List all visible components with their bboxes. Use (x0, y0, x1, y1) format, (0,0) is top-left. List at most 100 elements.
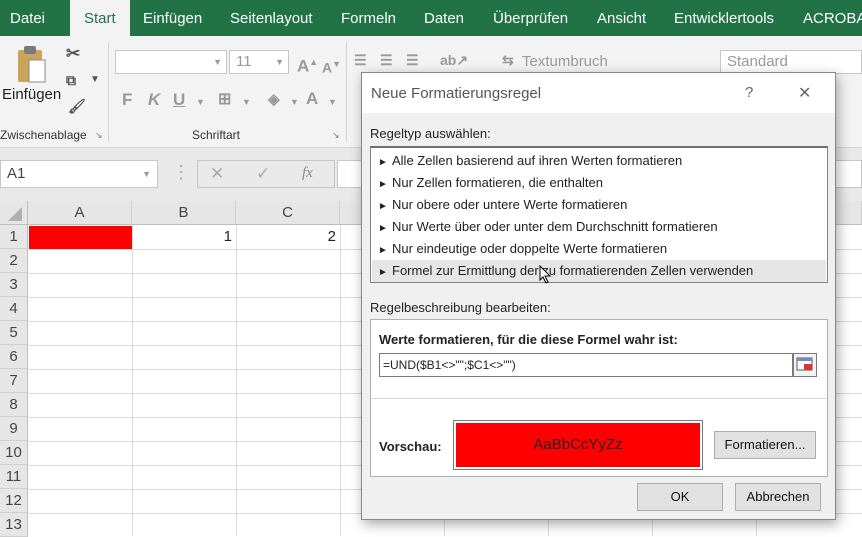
formula-heading: Werte formatieren, für die diese Formel … (379, 332, 678, 347)
row-header-13[interactable]: 13 (0, 513, 28, 537)
row-header-11[interactable]: 11 (0, 465, 28, 489)
tab-ueberpruefen[interactable]: Überprüfen (493, 0, 568, 36)
orientation-icon[interactable]: ab↗ (440, 50, 468, 70)
underline-button[interactable]: U (173, 90, 185, 110)
rule-type-list: ► Alle Zellen basierend auf ihren Werten … (370, 146, 828, 284)
formula-buttons: ✕ ✓ fx (197, 160, 335, 188)
close-button[interactable]: ✕ (798, 83, 811, 103)
bold-button[interactable]: F (122, 90, 132, 110)
row-header-8[interactable]: 8 (0, 393, 28, 417)
chevron-down-icon[interactable]: ▼ (242, 92, 251, 112)
font-name-combo[interactable]: ▼ (115, 50, 227, 74)
arrow-right-icon: ► (378, 267, 388, 278)
increase-font-icon[interactable]: A▲ (297, 52, 318, 77)
row-header-10[interactable]: 10 (0, 441, 28, 465)
row-header-12[interactable]: 12 (0, 489, 28, 513)
rule-type-item[interactable]: ► Nur obere oder untere Werte formatieren (372, 194, 826, 216)
ok-button[interactable]: OK (637, 483, 723, 511)
rule-type-item[interactable]: ► Nur Werte über oder unter dem Durchschn… (372, 216, 826, 238)
select-all-corner[interactable] (0, 201, 28, 225)
tab-ansicht[interactable]: Ansicht (597, 0, 646, 36)
tab-seitenlayout[interactable]: Seitenlayout (230, 0, 313, 36)
row-header-3[interactable]: 3 (0, 273, 28, 297)
font-color-icon[interactable]: A (306, 89, 318, 109)
arrow-right-icon: ► (378, 179, 388, 190)
column-header-a[interactable]: A (28, 201, 132, 225)
range-selector-button[interactable] (793, 353, 817, 377)
row-header-6[interactable]: 6 (0, 345, 28, 369)
paste-button[interactable] (16, 44, 46, 86)
chevron-down-icon: ▼ (213, 57, 222, 67)
cancel-button[interactable]: Abbrechen (735, 483, 821, 511)
grid-line (132, 225, 133, 536)
cancel-icon[interactable]: ✕ (210, 164, 224, 184)
tab-einfuegen[interactable]: Einfügen (143, 0, 202, 36)
paste-icon (18, 46, 46, 83)
row-header-2[interactable]: 2 (0, 249, 28, 273)
preview-box: AaBbCcYyZz (453, 420, 703, 470)
clipboard-group-label: Zwischenablage (0, 128, 87, 142)
dialog-launcher-icon[interactable]: ↘ (95, 130, 103, 141)
row-header-4[interactable]: 4 (0, 297, 28, 321)
border-icon[interactable]: ⊞ (218, 90, 231, 110)
preview-label: Vorschau: (379, 439, 442, 454)
row-header-9[interactable]: 9 (0, 417, 28, 441)
copy-icon[interactable]: ⧉ (66, 70, 76, 90)
fill-color-icon[interactable]: ◈ (268, 90, 280, 110)
select-all-icon (8, 207, 22, 221)
name-box[interactable]: A1 ▼ (0, 160, 158, 188)
column-header-b[interactable]: B (132, 201, 236, 225)
chevron-down-icon[interactable]: ▼ (90, 70, 100, 90)
tab-acrobat[interactable]: ACROBAT (803, 0, 862, 36)
arrow-right-icon: ► (378, 201, 388, 212)
rule-type-item-selected[interactable]: ► Formel zur Ermittlung der zu formatiere… (372, 260, 826, 282)
chevron-down-icon[interactable]: ▼ (196, 92, 205, 112)
decrease-font-icon[interactable]: A▼ (322, 54, 341, 78)
wrap-text-icon[interactable]: ⇆ (502, 50, 514, 70)
number-format-combo[interactable]: Standard (720, 50, 862, 74)
row-header-1[interactable]: 1 (0, 225, 28, 249)
grid-line (236, 225, 237, 536)
align-top-icon[interactable]: ☰ (354, 50, 367, 70)
dialog-title: Neue Formatierungsregel (371, 85, 542, 102)
grid-line (340, 225, 341, 536)
tab-daten[interactable]: Daten (424, 0, 464, 36)
rule-type-item[interactable]: ► Nur Zellen formatieren, die enthalten (372, 172, 826, 194)
cell-c1[interactable]: 2 (236, 225, 336, 249)
rule-type-item[interactable]: ► Alle Zellen basierend auf ihren Werten … (372, 150, 826, 172)
cell-a1[interactable] (29, 226, 132, 249)
chevron-down-icon: ▼ (142, 169, 151, 179)
chevron-down-icon[interactable]: ▼ (328, 92, 337, 112)
column-header-c[interactable]: C (236, 201, 340, 225)
format-button[interactable]: Formatieren... (714, 431, 816, 459)
format-painter-icon[interactable]: 🖌 (68, 96, 86, 116)
rule-type-item-label: Nur Werte über oder unter dem Durchschni… (392, 219, 718, 234)
align-middle-icon[interactable]: ☰ (380, 50, 393, 70)
font-size-combo[interactable]: 11 ▼ (229, 50, 289, 74)
arrow-right-icon: ► (378, 223, 388, 234)
tab-datei[interactable]: Datei (10, 0, 45, 36)
wrap-text-button[interactable]: Textumbruch (522, 53, 608, 70)
chevron-down-icon[interactable]: ▼ (290, 92, 299, 112)
tab-entwicklertools[interactable]: Entwicklertools (674, 0, 774, 36)
help-button[interactable]: ? (745, 84, 753, 101)
ribbon-tab-bar: Datei Start Einfügen Seitenlayout Formel… (0, 0, 862, 36)
rule-type-label: Regeltyp auswählen: (370, 126, 491, 141)
dialog-launcher-icon[interactable]: ↘ (332, 130, 340, 141)
insert-function-button[interactable]: fx (302, 165, 313, 182)
row-header-5[interactable]: 5 (0, 321, 28, 345)
arrow-right-icon: ► (378, 157, 388, 168)
rule-type-item[interactable]: ► Nur eindeutige oder doppelte Werte form… (372, 238, 826, 260)
row-header-7[interactable]: 7 (0, 369, 28, 393)
check-icon[interactable]: ✓ (256, 164, 270, 184)
formula-value: =UND($B1<>"";$C1<>"") (383, 358, 516, 372)
rule-type-item-label: Nur Zellen formatieren, die enthalten (392, 175, 604, 190)
cell-b1[interactable]: 1 (132, 225, 232, 249)
formula-input[interactable]: =UND($B1<>"";$C1<>"") (379, 353, 793, 377)
cut-icon[interactable]: ✂ (66, 44, 80, 64)
italic-button[interactable]: K (148, 90, 160, 110)
mouse-cursor-icon (539, 265, 552, 284)
align-bottom-icon[interactable]: ☰ (406, 50, 419, 70)
tab-formeln[interactable]: Formeln (341, 0, 396, 36)
tab-start[interactable]: Start (70, 0, 130, 36)
